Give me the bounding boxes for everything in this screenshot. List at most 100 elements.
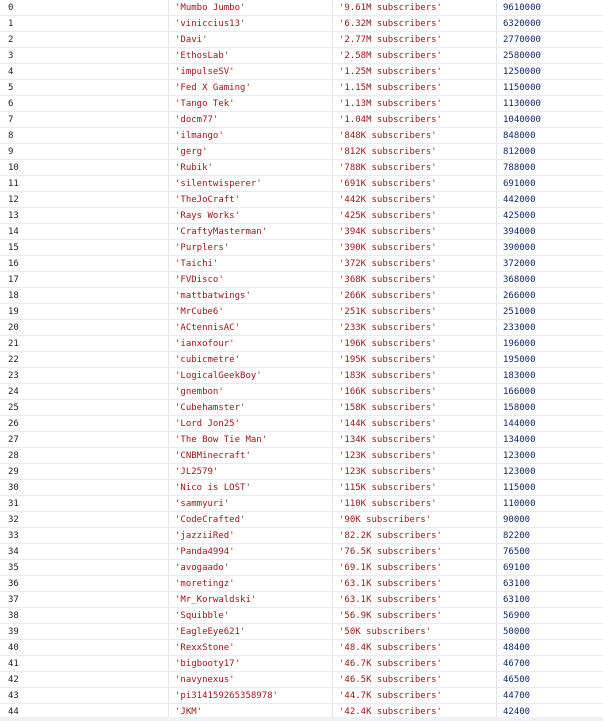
subscriber-count-cell: 266000 (496, 288, 603, 304)
row-index-cell: 25 (8, 403, 19, 413)
channel-name-cell: 'EagleEye621' (168, 624, 328, 640)
subscribers-text-cell: '6.32M subscribers' (332, 16, 494, 32)
subscriber-count-cell: 123000 (496, 464, 603, 480)
subscriber-count-cell: 110000 (496, 496, 603, 512)
row-index-cell: 10 (8, 163, 19, 173)
channel-name-cell: 'Fed X Gaming' (168, 80, 328, 96)
row-index-cell: 0 (8, 3, 14, 13)
table-row: 16 'Taichi' '372K subscribers' 372000 (0, 256, 603, 272)
subscribers-text-cell: '1.04M subscribers' (332, 112, 494, 128)
channel-name-cell: 'EthosLab' (168, 48, 328, 64)
subscriber-count-cell: 1040000 (496, 112, 603, 128)
subscribers-text-cell: '2.77M subscribers' (332, 32, 494, 48)
row-index-cell: 6 (8, 99, 14, 109)
row-index-cell: 43 (8, 691, 19, 701)
subscriber-count-cell: 63100 (496, 592, 603, 608)
table-row: 17 'FVDisco' '368K subscribers' 368000 (0, 272, 603, 288)
subscriber-count-cell: 90000 (496, 512, 603, 528)
subscribers-text-cell: '812K subscribers' (332, 144, 494, 160)
table-row: 1 'viniccius13' '6.32M subscribers' 6320000 (0, 16, 603, 32)
channel-name-cell: 'navynexus' (168, 672, 328, 688)
channel-name-cell: 'Rubik' (168, 160, 328, 176)
subscribers-text-cell: '9.61M subscribers' (332, 0, 494, 16)
row-index-cell: 11 (8, 179, 19, 189)
subscriber-count-cell: 372000 (496, 256, 603, 272)
horizontal-scrollbar[interactable] (0, 717, 603, 721)
subscribers-text-cell: '134K subscribers' (332, 432, 494, 448)
table-row: 7 'docm77' '1.04M subscribers' 1040000 (0, 112, 603, 128)
table-row: 37 'Mr_Korwaldski' '63.1K subscribers' 6310… (0, 592, 603, 608)
table-row: 35 'avogaado' '69.1K subscribers' 69100 (0, 560, 603, 576)
table-row: 12 'TheJoCraft' '442K subscribers' 442000 (0, 192, 603, 208)
row-index-cell: 33 (8, 531, 19, 541)
channel-name-cell: 'bigbooty17' (168, 656, 328, 672)
subscriber-count-cell: 69100 (496, 560, 603, 576)
subscriber-count-cell: 46500 (496, 672, 603, 688)
table-row: 6 'Tango Tek' '1.13M subscribers' 1130000 (0, 96, 603, 112)
channel-name-cell: 'avogaado' (168, 560, 328, 576)
row-index-cell: 14 (8, 227, 19, 237)
row-index-cell: 41 (8, 659, 19, 669)
subscriber-count-cell: 50000 (496, 624, 603, 640)
channel-name-cell: 'Squibble' (168, 608, 328, 624)
table-row: 11 'silentwisperer' '691K subscribers' 6910… (0, 176, 603, 192)
channel-name-cell: 'Taichi' (168, 256, 328, 272)
table-row: 28 'CNBMinecraft' '123K subscribers' 123000 (0, 448, 603, 464)
subscriber-count-cell: 812000 (496, 144, 603, 160)
subscribers-text-cell: '90K subscribers' (332, 512, 494, 528)
subscribers-text-cell: '848K subscribers' (332, 128, 494, 144)
subscriber-count-cell: 76500 (496, 544, 603, 560)
channel-name-cell: 'viniccius13' (168, 16, 328, 32)
subscribers-text-cell: '394K subscribers' (332, 224, 494, 240)
row-index-cell: 1 (8, 19, 14, 29)
channel-name-cell: 'Nico is LOST' (168, 480, 328, 496)
row-index-cell: 23 (8, 371, 19, 381)
row-index-cell: 21 (8, 339, 19, 349)
row-index-cell: 8 (8, 131, 14, 141)
subscribers-text-cell: '788K subscribers' (332, 160, 494, 176)
subscriber-count-cell: 788000 (496, 160, 603, 176)
table-row: 23 'LogicalGeekBoy' '183K subscribers' 1830… (0, 368, 603, 384)
channel-name-cell: 'ianxofour' (168, 336, 328, 352)
subscribers-text-cell: '44.7K subscribers' (332, 688, 494, 704)
channel-name-cell: 'RexxStone' (168, 640, 328, 656)
table-row: 5 'Fed X Gaming' '1.15M subscribers' 115000… (0, 80, 603, 96)
subscribers-text-cell: '46.5K subscribers' (332, 672, 494, 688)
channel-name-cell: 'gnembon' (168, 384, 328, 400)
subscribers-text-cell: '183K subscribers' (332, 368, 494, 384)
table-row: 9 'gerg' '812K subscribers' 812000 (0, 144, 603, 160)
channel-name-cell: 'docm77' (168, 112, 328, 128)
channel-name-cell: 'Tango Tek' (168, 96, 328, 112)
channel-name-cell: 'silentwisperer' (168, 176, 328, 192)
row-index-cell: 38 (8, 611, 19, 621)
subscriber-count-cell: 166000 (496, 384, 603, 400)
row-index-cell: 19 (8, 307, 19, 317)
row-index-cell: 7 (8, 115, 14, 125)
subscriber-count-cell: 158000 (496, 400, 603, 416)
subscriber-count-cell: 425000 (496, 208, 603, 224)
subscribers-text-cell: '63.1K subscribers' (332, 576, 494, 592)
subscribers-text-cell: '1.13M subscribers' (332, 96, 494, 112)
subscriber-count-cell: 442000 (496, 192, 603, 208)
table-row: 3 'EthosLab' '2.58M subscribers' 2580000 (0, 48, 603, 64)
row-index-cell: 40 (8, 643, 19, 653)
table-row: 40 'RexxStone' '48.4K subscribers' 48400 (0, 640, 603, 656)
subscriber-count-cell: 6320000 (496, 16, 603, 32)
table-row: 32 'CodeCrafted' '90K subscribers' 90000 (0, 512, 603, 528)
subscribers-text-cell: '50K subscribers' (332, 624, 494, 640)
table-row: 13 'Rays Works' '425K subscribers' 425000 (0, 208, 603, 224)
subscriber-count-cell: 1130000 (496, 96, 603, 112)
row-index-cell: 35 (8, 563, 19, 573)
subscriber-count-cell: 63100 (496, 576, 603, 592)
subscribers-text-cell: '196K subscribers' (332, 336, 494, 352)
row-index-cell: 5 (8, 83, 14, 93)
channel-name-cell: 'Mumbo Jumbo' (168, 0, 328, 16)
table-row: 4 'impulseSV' '1.25M subscribers' 1250000 (0, 64, 603, 80)
subscribers-text-cell: '110K subscribers' (332, 496, 494, 512)
table-row: 21 'ianxofour' '196K subscribers' 196000 (0, 336, 603, 352)
subscriber-count-cell: 1250000 (496, 64, 603, 80)
row-index-cell: 28 (8, 451, 19, 461)
subscriber-count-cell: 368000 (496, 272, 603, 288)
channel-name-cell: 'Rays Works' (168, 208, 328, 224)
subscribers-text-cell: '166K subscribers' (332, 384, 494, 400)
